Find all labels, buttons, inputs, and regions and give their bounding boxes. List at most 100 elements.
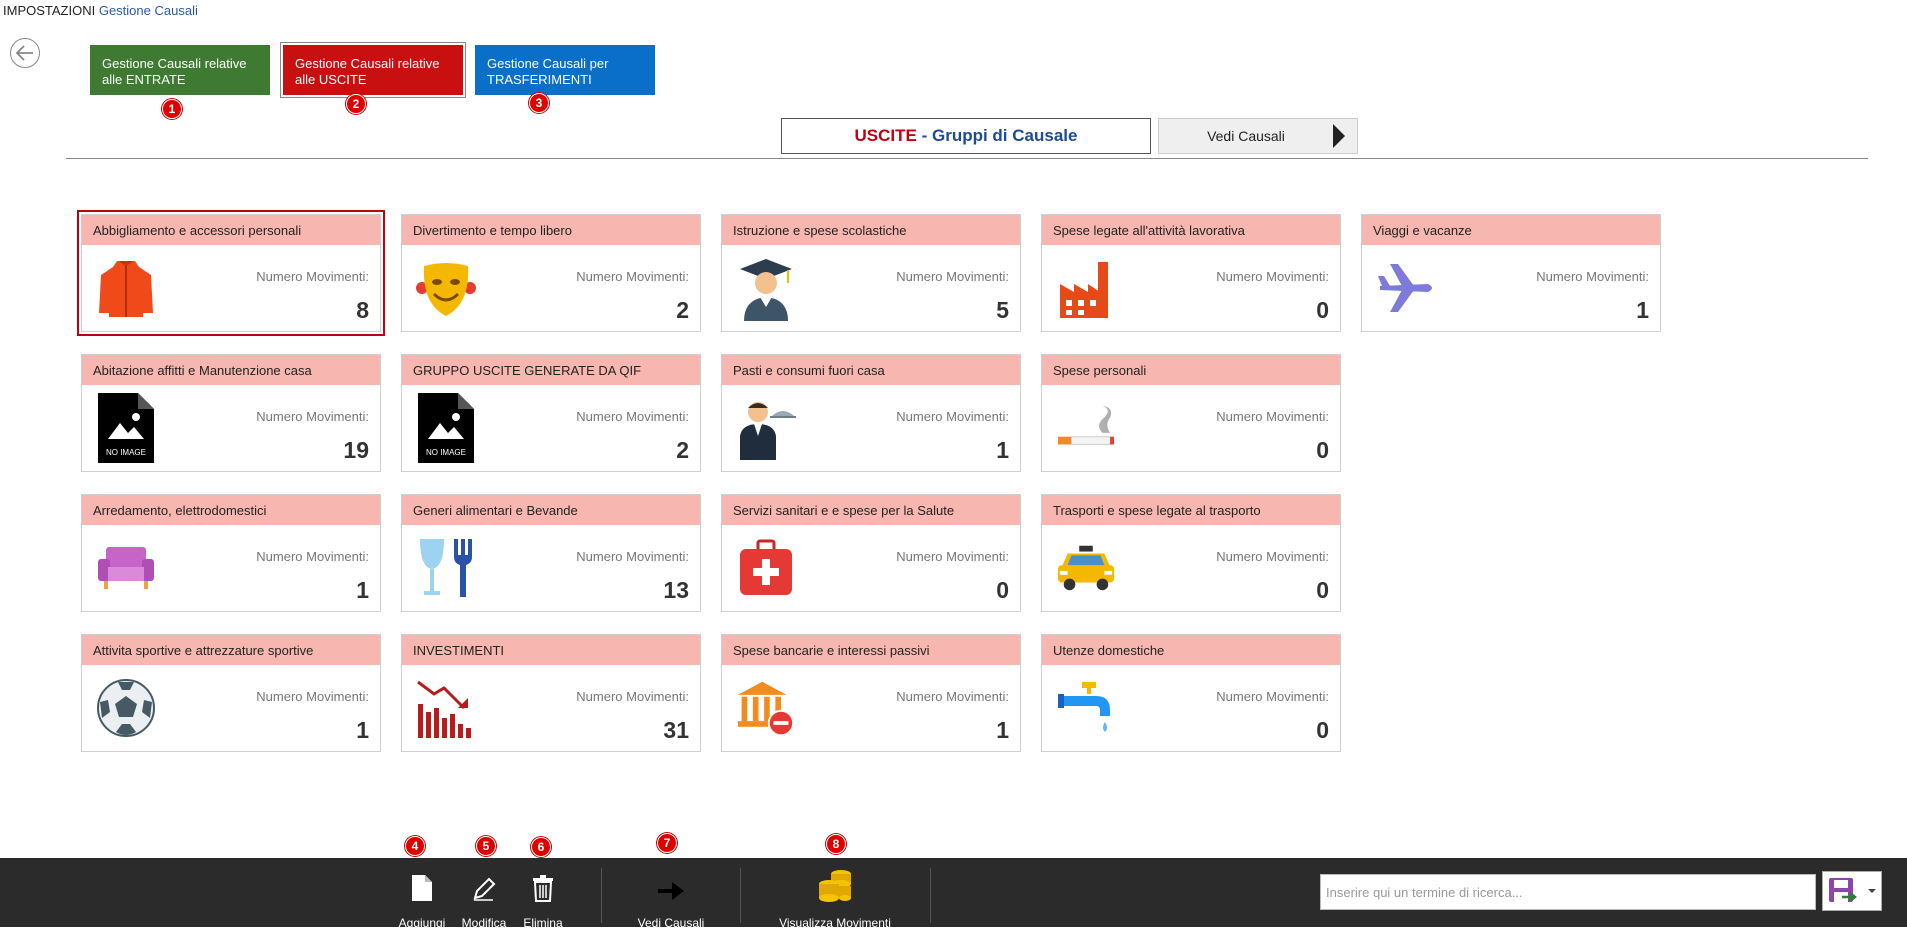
- count-value: 5: [996, 297, 1009, 323]
- group-card[interactable]: Spese legate all'attività lavorativa Num…: [1041, 214, 1341, 332]
- group-card[interactable]: Utenze domestiche Numero Movimenti: 0: [1041, 634, 1341, 752]
- waiter-icon: [736, 395, 796, 461]
- count-label: Numero Movimenti:: [1536, 269, 1649, 284]
- count-value: 0: [1316, 297, 1329, 323]
- theater-mask-icon: [416, 255, 476, 321]
- vedi-causali-top-label: Vedi Causali: [1207, 128, 1285, 144]
- marker-2: 2: [346, 94, 366, 114]
- marker-3: 3: [529, 93, 549, 113]
- count-value: 0: [1316, 437, 1329, 463]
- pencil-icon: [473, 877, 496, 901]
- group-card[interactable]: INVESTIMENTI Numero Movimenti: 31: [401, 634, 701, 752]
- bank-minus-icon: [736, 675, 796, 741]
- cigarette-icon: [1056, 395, 1116, 461]
- count-value: 2: [676, 297, 689, 323]
- count-label: Numero Movimenti:: [1216, 409, 1329, 424]
- count-label: Numero Movimenti:: [576, 409, 689, 424]
- title-type: USCITE: [854, 126, 917, 145]
- group-card[interactable]: GRUPPO USCITE GENERATE DA QIF NO IMAGE N…: [401, 354, 701, 472]
- group-name: Spese personali: [1042, 355, 1340, 385]
- svg-text:NO IMAGE: NO IMAGE: [106, 448, 146, 457]
- new-document-icon: [412, 875, 432, 901]
- no-image-icon: NO IMAGE: [416, 393, 476, 463]
- count-label: Numero Movimenti:: [576, 689, 689, 704]
- sofa-icon: [96, 535, 156, 601]
- vedi-causali-top-button[interactable]: Vedi Causali: [1158, 118, 1358, 154]
- count-label: Numero Movimenti:: [1216, 549, 1329, 564]
- chevron-down-icon[interactable]: [1867, 888, 1877, 894]
- group-card[interactable]: Servizi sanitari e e spese per la Salute…: [721, 494, 1021, 612]
- count-label: Numero Movimenti:: [576, 269, 689, 284]
- marker-5: 5: [476, 836, 496, 856]
- search-input[interactable]: [1320, 874, 1816, 910]
- count-label: Numero Movimenti:: [576, 549, 689, 564]
- back-button[interactable]: [10, 38, 40, 68]
- taxi-icon: [1056, 535, 1116, 601]
- group-name: Attivita sportive e attrezzature sportiv…: [82, 635, 380, 665]
- title-sep: -: [916, 126, 932, 145]
- group-card[interactable]: Viaggi e vacanze Numero Movimenti: 1: [1361, 214, 1661, 332]
- faucet-icon: [1056, 675, 1116, 741]
- count-value: 1: [356, 717, 369, 743]
- marker-7: 7: [657, 833, 677, 853]
- count-value: 1: [1636, 297, 1649, 323]
- entrate-button[interactable]: Gestione Causali relative alle ENTRATE: [90, 45, 270, 95]
- breadcrumb-current[interactable]: Gestione Causali: [99, 3, 198, 18]
- count-value: 1: [996, 717, 1009, 743]
- jacket-icon: [96, 255, 156, 321]
- modifica-label: Modifica: [461, 916, 507, 930]
- elimina-button[interactable]: Elimina: [518, 858, 568, 930]
- group-name: Spese bancarie e interessi passivi: [722, 635, 1020, 665]
- toolbar-separator: [930, 868, 931, 923]
- trasferimenti-button[interactable]: Gestione Causali per TRASFERIMENTI: [475, 45, 655, 95]
- count-label: Numero Movimenti:: [256, 549, 369, 564]
- divider: [66, 158, 1868, 159]
- count-value: 0: [1316, 717, 1329, 743]
- group-name: GRUPPO USCITE GENERATE DA QIF: [402, 355, 700, 385]
- group-card[interactable]: Pasti e consumi fuori casa Numero Movime…: [721, 354, 1021, 472]
- count-value: 0: [996, 577, 1009, 603]
- group-card[interactable]: Abitazione affitti e Manutenzione casa N…: [81, 354, 381, 472]
- group-card[interactable]: Istruzione e spese scolastiche Numero Mo…: [721, 214, 1021, 332]
- coins-icon: [819, 870, 851, 902]
- count-label: Numero Movimenti:: [256, 409, 369, 424]
- trash-icon: [533, 875, 553, 902]
- count-value: 13: [663, 577, 689, 603]
- play-arrow-icon: [1333, 124, 1345, 148]
- glass-fork-icon: [416, 535, 476, 601]
- group-card[interactable]: Spese personali Numero Movimenti: 0: [1041, 354, 1341, 472]
- medical-kit-icon: [736, 535, 796, 601]
- group-name: Arredamento, elettrodomestici: [82, 495, 380, 525]
- count-value: 2: [676, 437, 689, 463]
- count-value: 19: [343, 437, 369, 463]
- visualizza-movimenti-button[interactable]: Visualizza Movimenti: [770, 858, 900, 930]
- group-name: Spese legate all'attività lavorativa: [1042, 215, 1340, 245]
- group-name: Abitazione affitti e Manutenzione casa: [82, 355, 380, 385]
- save-button[interactable]: [1822, 871, 1882, 911]
- group-card[interactable]: Abbigliamento e accessori personali Nume…: [77, 210, 385, 336]
- group-name: Abbigliamento e accessori personali: [82, 215, 380, 245]
- group-name: Divertimento e tempo libero: [402, 215, 700, 245]
- count-label: Numero Movimenti:: [1216, 269, 1329, 284]
- group-card[interactable]: Spese bancarie e interessi passivi Numer…: [721, 634, 1021, 752]
- uscite-button[interactable]: Gestione Causali relative alle USCITE: [281, 43, 465, 97]
- group-card[interactable]: Attivita sportive e attrezzature sportiv…: [81, 634, 381, 752]
- vedi-causali-button[interactable]: Vedi Causali: [627, 858, 715, 930]
- group-name: Servizi sanitari e e spese per la Salute: [722, 495, 1020, 525]
- count-label: Numero Movimenti:: [896, 689, 1009, 704]
- group-name: Istruzione e spese scolastiche: [722, 215, 1020, 245]
- count-label: Numero Movimenti:: [896, 549, 1009, 564]
- arrow-right-icon: [658, 882, 684, 900]
- aggiungi-button[interactable]: Aggiungi: [395, 858, 449, 930]
- group-name: Pasti e consumi fuori casa: [722, 355, 1020, 385]
- group-card[interactable]: Trasporti e spese legate al trasporto Nu…: [1041, 494, 1341, 612]
- count-value: 1: [356, 577, 369, 603]
- group-card[interactable]: Arredamento, elettrodomestici Numero Mov…: [81, 494, 381, 612]
- elimina-label: Elimina: [523, 916, 563, 930]
- breadcrumb: IMPOSTAZIONI Gestione Causali: [3, 3, 198, 18]
- group-card[interactable]: Divertimento e tempo libero Numero Movim…: [401, 214, 701, 332]
- group-card[interactable]: Generi alimentari e Bevande Numero Movim…: [401, 494, 701, 612]
- marker-1: 1: [162, 99, 182, 119]
- modifica-button[interactable]: Modifica: [456, 858, 512, 930]
- breadcrumb-root: IMPOSTAZIONI: [3, 3, 96, 18]
